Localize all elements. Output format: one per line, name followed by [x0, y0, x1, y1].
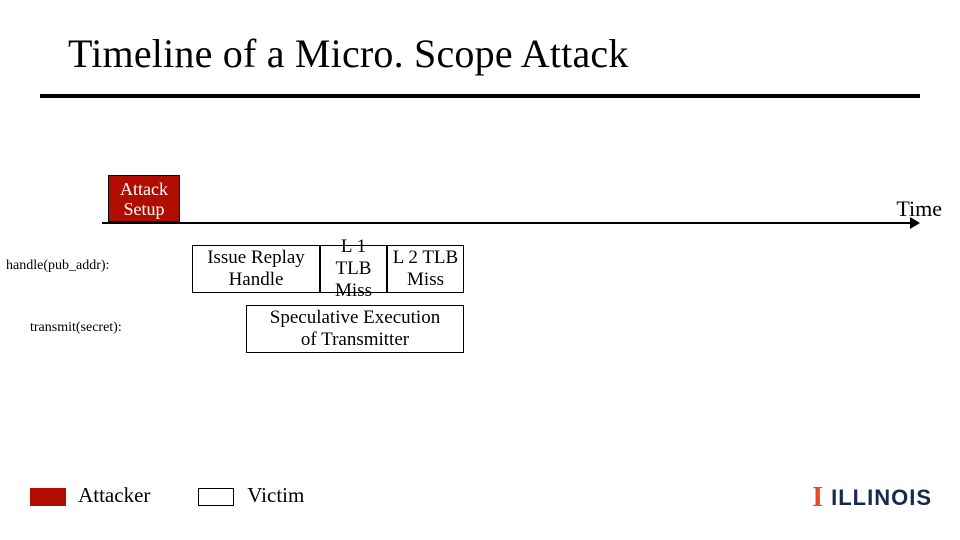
- attack-setup-line1: Attack: [120, 179, 168, 199]
- attack-setup-box: Attack Setup: [108, 175, 180, 222]
- box-spec-line2: of Transmitter: [301, 329, 409, 351]
- illinois-wordmark: ILLINOIS: [831, 485, 932, 511]
- box-l1-tlb-miss: L 1 TLB Miss: [320, 245, 387, 293]
- box-issue-replay-line1: Issue Replay: [207, 247, 305, 269]
- row-label-transmit: transmit(secret):: [30, 320, 122, 336]
- box-l1-line1: L 1 TLB: [321, 236, 386, 280]
- legend-swatch-victim: [198, 488, 234, 506]
- box-speculative-execution: Speculative Execution of Transmitter: [246, 305, 464, 353]
- illinois-logo: I ILLINOIS: [812, 482, 932, 514]
- timeline-arrow: [102, 222, 918, 224]
- box-spec-line1: Speculative Execution: [270, 307, 440, 329]
- box-l2-line1: L 2 TLB: [393, 247, 458, 269]
- box-l2-line2: Miss: [407, 269, 444, 291]
- page-title: Timeline of a Micro. Scope Attack: [68, 30, 629, 77]
- box-issue-replay-line2: Handle: [229, 269, 284, 291]
- row-label-handle: handle(pub_addr):: [6, 258, 109, 274]
- time-axis-label: Time: [896, 196, 942, 222]
- legend-victim-label: Victim: [247, 483, 304, 507]
- legend-attacker-label: Attacker: [78, 483, 150, 507]
- legend-swatch-attacker: [30, 488, 66, 506]
- legend: Attacker Victim: [30, 483, 304, 508]
- box-issue-replay-handle: Issue Replay Handle: [192, 245, 320, 293]
- illinois-i-icon: I: [812, 482, 823, 514]
- legend-victim: Victim: [198, 483, 304, 508]
- attack-setup-line2: Setup: [123, 199, 164, 219]
- legend-attacker: Attacker: [30, 483, 150, 508]
- box-l2-tlb-miss: L 2 TLB Miss: [387, 245, 464, 293]
- box-l1-line2: Miss: [335, 280, 372, 302]
- title-underline: [40, 94, 920, 98]
